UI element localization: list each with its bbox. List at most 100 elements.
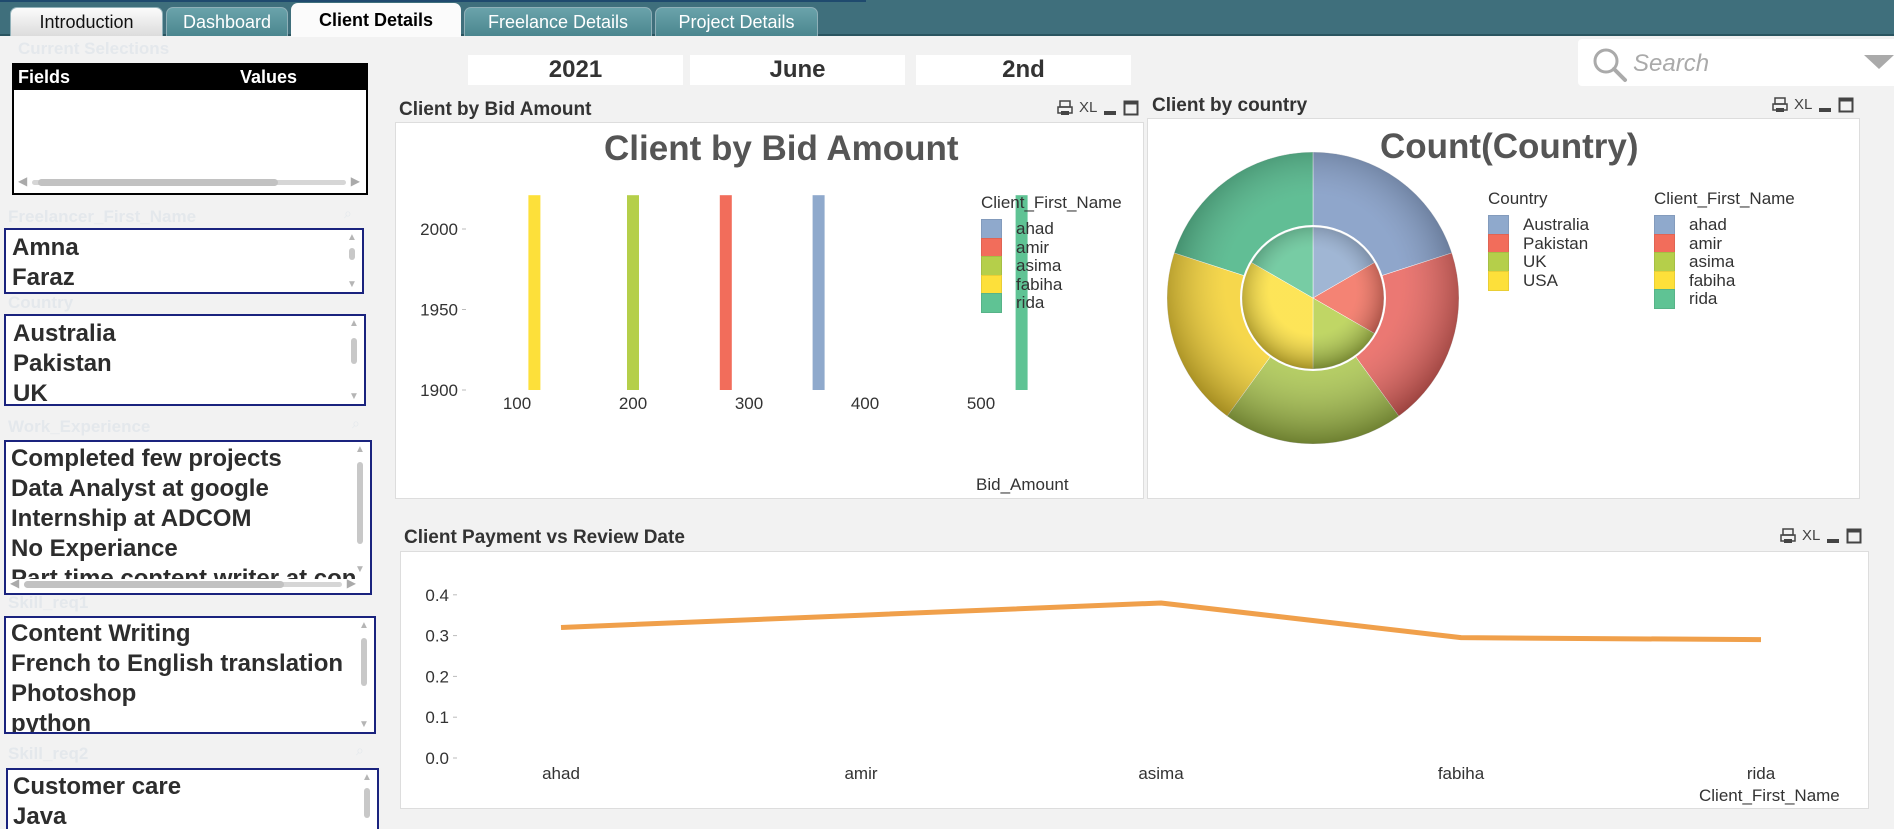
current-selections-box[interactable]: Fields Values ◀ ▶ bbox=[12, 63, 368, 195]
bid-chart-caption: Client by Bid Amount bbox=[399, 99, 592, 120]
tab-dashboard[interactable]: Dashboard bbox=[166, 7, 288, 36]
scroll-up-icon[interactable]: ▲ bbox=[354, 444, 366, 455]
list-item[interactable]: Pakistan bbox=[13, 349, 364, 379]
horizontal-scrollbar[interactable]: ◀ ▶ bbox=[18, 174, 360, 188]
year-filter[interactable]: 2021 bbox=[468, 55, 683, 85]
legend-item[interactable]: Pakistan bbox=[1488, 233, 1589, 254]
listbox-country[interactable]: Australia Pakistan UK ▲ ▼ bbox=[4, 314, 366, 406]
list-item[interactable]: Data Analyst at google bbox=[11, 474, 370, 504]
search-box[interactable]: Search bbox=[1578, 39, 1894, 86]
maximize-icon[interactable] bbox=[1838, 97, 1854, 113]
maximize-icon[interactable] bbox=[1846, 528, 1862, 544]
send-to-excel-button[interactable]: XL bbox=[1794, 96, 1812, 113]
scroll-up-icon[interactable]: ▲ bbox=[358, 620, 370, 631]
legend-item[interactable]: fabiha bbox=[1654, 270, 1735, 291]
maximize-icon[interactable] bbox=[1123, 100, 1139, 116]
scroll-left-icon[interactable]: ◀ bbox=[18, 174, 27, 188]
bid-chart-panel[interactable]: Client by Bid Amount 1900 1950 2000 100 200 3… bbox=[395, 122, 1144, 499]
legend-label: Pakistan bbox=[1523, 233, 1589, 253]
legend-item[interactable]: USA bbox=[1488, 270, 1558, 291]
listbox-work-experience[interactable]: Completed few projects Data Analyst at g… bbox=[4, 440, 372, 595]
legend-item[interactable]: asima bbox=[1654, 252, 1734, 272]
bar-asima[interactable] bbox=[627, 195, 639, 390]
list-item[interactable]: Customer care bbox=[13, 772, 377, 802]
chevron-down-icon[interactable] bbox=[1864, 55, 1894, 71]
scroll-down-icon[interactable]: ▼ bbox=[354, 564, 366, 575]
tab-freelance-details[interactable]: Freelance Details bbox=[464, 7, 652, 36]
legend-item[interactable]: Australia bbox=[1488, 215, 1589, 235]
legend-item[interactable]: UK bbox=[1488, 252, 1547, 272]
print-icon[interactable] bbox=[1780, 527, 1796, 544]
vertical-scrollbar[interactable]: ▲ ▼ bbox=[358, 620, 370, 730]
list-item[interactable]: Internship at ADCOM bbox=[11, 504, 370, 534]
send-to-excel-button[interactable]: XL bbox=[1802, 527, 1820, 544]
scroll-left-icon[interactable]: ◀ bbox=[10, 576, 19, 590]
print-icon[interactable] bbox=[1057, 99, 1073, 116]
country-chart-panel[interactable]: Count(Country) Country Client_First_Name… bbox=[1147, 118, 1860, 499]
day-filter[interactable]: 2nd bbox=[916, 55, 1131, 85]
scroll-down-icon[interactable]: ▼ bbox=[346, 279, 358, 290]
legend-item[interactable]: rida bbox=[981, 293, 1044, 313]
scrollbar-thumb[interactable] bbox=[24, 581, 284, 588]
vertical-scrollbar[interactable]: ▲ ▼ bbox=[348, 318, 360, 402]
list-item[interactable]: French to English translation bbox=[11, 649, 374, 679]
search-icon[interactable]: ⌕ bbox=[344, 205, 352, 222]
listbox-skill-req2[interactable]: Customer care Java ▲ bbox=[6, 768, 379, 829]
scrollbar-thumb[interactable] bbox=[38, 179, 278, 186]
scroll-right-icon[interactable]: ▶ bbox=[351, 174, 360, 188]
list-item[interactable]: UK bbox=[13, 379, 364, 404]
list-item[interactable]: Amna bbox=[12, 233, 362, 263]
scroll-down-icon[interactable]: ▼ bbox=[348, 391, 360, 402]
list-item[interactable]: Content Writing bbox=[11, 619, 374, 649]
legend-item[interactable]: rida bbox=[1654, 289, 1717, 309]
legend-item[interactable]: fabiha bbox=[981, 274, 1062, 295]
list-item[interactable]: Java bbox=[13, 802, 377, 829]
vertical-scrollbar[interactable]: ▲ ▼ bbox=[346, 232, 358, 290]
print-icon[interactable] bbox=[1772, 96, 1788, 113]
list-item[interactable]: Completed few projects bbox=[11, 444, 370, 474]
legend-swatch bbox=[981, 274, 1002, 295]
bar-amir[interactable] bbox=[719, 195, 732, 390]
listbox-freelancer-first-name[interactable]: Amna Faraz ▲ ▼ bbox=[4, 228, 364, 294]
bar-fabiha[interactable] bbox=[528, 195, 541, 390]
scroll-down-icon[interactable]: ▼ bbox=[358, 719, 370, 730]
horizontal-scrollbar[interactable]: ◀ ▶ bbox=[10, 576, 356, 590]
legend-item[interactable]: amir bbox=[1654, 233, 1722, 254]
minimize-icon[interactable] bbox=[1818, 97, 1832, 113]
tab-project-details[interactable]: Project Details bbox=[655, 7, 818, 36]
payment-chart-panel[interactable]: 0.0 0.1 0.2 0.3 0.4 ahad amir asima fabiha rida C… bbox=[400, 551, 1869, 809]
scrollbar-thumb[interactable] bbox=[364, 788, 370, 818]
list-item[interactable]: No Experiance bbox=[11, 534, 370, 564]
scroll-up-icon[interactable]: ▲ bbox=[361, 772, 373, 783]
scrollbar-thumb[interactable] bbox=[357, 462, 363, 544]
scrollbar-thumb[interactable] bbox=[361, 638, 367, 686]
legend-item[interactable]: ahad bbox=[1654, 215, 1727, 235]
tab-client-details[interactable]: Client Details bbox=[291, 3, 461, 37]
month-filter[interactable]: June bbox=[690, 55, 905, 85]
scrollbar-thumb[interactable] bbox=[349, 248, 355, 260]
legend-label: rida bbox=[1689, 289, 1718, 308]
payment-line[interactable] bbox=[560, 600, 1762, 643]
search-icon[interactable]: ⌕ bbox=[356, 742, 364, 759]
legend-item[interactable]: ahad bbox=[981, 219, 1054, 239]
listbox-skill-req1[interactable]: Content Writing French to English transl… bbox=[4, 616, 376, 734]
scroll-up-icon[interactable]: ▲ bbox=[346, 232, 358, 243]
scroll-up-icon[interactable]: ▲ bbox=[348, 318, 360, 329]
minimize-icon[interactable] bbox=[1826, 528, 1840, 544]
send-to-excel-button[interactable]: XL bbox=[1079, 99, 1097, 116]
tab-introduction[interactable]: Introduction bbox=[10, 7, 163, 36]
legend-item[interactable]: amir bbox=[981, 237, 1049, 258]
list-item[interactable]: Australia bbox=[13, 319, 364, 349]
vertical-scrollbar[interactable]: ▲ ▼ bbox=[354, 444, 366, 575]
bar-ahad[interactable] bbox=[812, 195, 825, 390]
list-item[interactable]: Faraz bbox=[12, 263, 362, 292]
vertical-scrollbar[interactable]: ▲ bbox=[361, 772, 373, 825]
list-item[interactable]: python bbox=[11, 709, 374, 732]
scroll-right-icon[interactable]: ▶ bbox=[347, 576, 356, 590]
minimize-icon[interactable] bbox=[1103, 100, 1117, 116]
legend-item[interactable]: asima bbox=[981, 256, 1061, 276]
scrollbar-thumb[interactable] bbox=[351, 338, 357, 364]
x-tick-label: 300 bbox=[735, 394, 763, 413]
search-icon[interactable]: ⌕ bbox=[352, 415, 360, 432]
list-item[interactable]: Photoshop bbox=[11, 679, 374, 709]
